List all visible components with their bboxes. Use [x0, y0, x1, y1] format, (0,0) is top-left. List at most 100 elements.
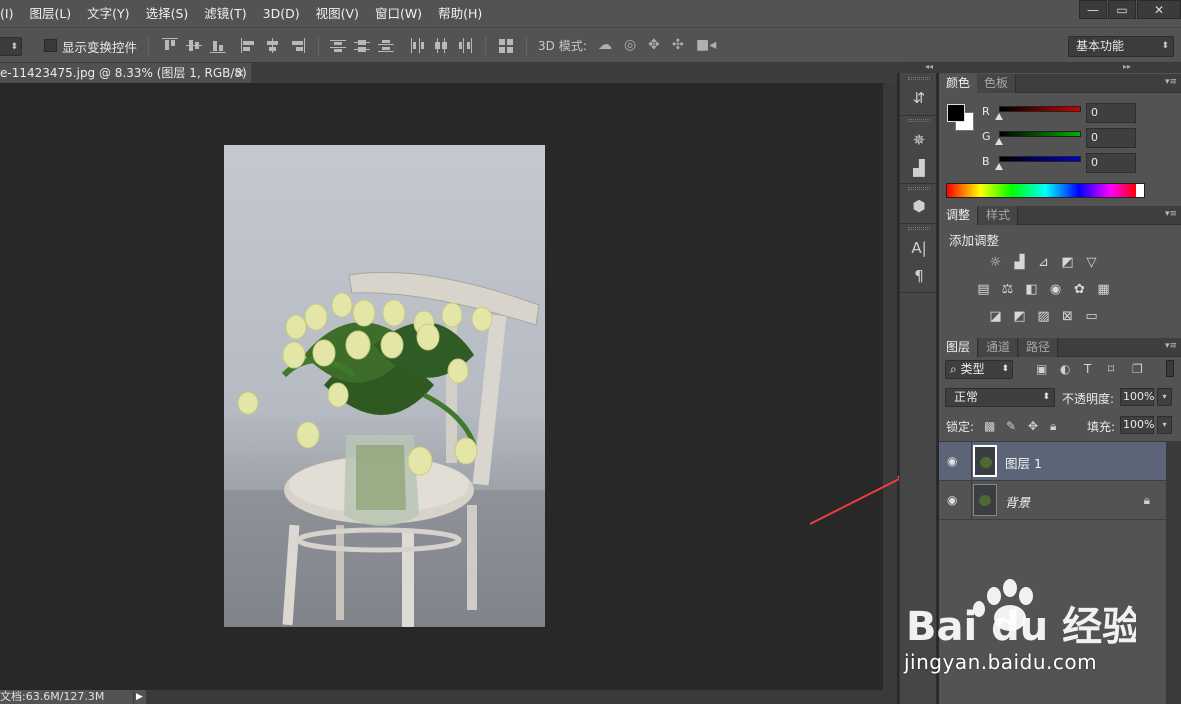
dock-grip[interactable] — [908, 119, 930, 122]
navigator-icon[interactable]: ✵ — [900, 127, 938, 153]
tab-layers[interactable]: 图层 — [939, 338, 979, 357]
eye-icon[interactable]: ◉ — [947, 454, 963, 468]
distribute-vcenter-icon[interactable] — [354, 38, 370, 53]
green-channel-slider[interactable] — [999, 131, 1081, 137]
menu-item-help[interactable]: 帮助(H) — [430, 0, 490, 27]
history-icon[interactable]: ⇵ — [900, 85, 938, 111]
menu-item-type[interactable]: 文字(Y) — [79, 0, 137, 27]
dock-grip[interactable] — [908, 77, 930, 80]
color-spectrum-bar[interactable] — [946, 183, 1145, 198]
tab-paths[interactable]: 路径 — [1019, 338, 1059, 357]
menu-item-layer[interactable]: 图层(L) — [21, 0, 79, 27]
panel-menu-icon[interactable]: ▾≡ — [1165, 341, 1177, 351]
auto-align-layers-icon[interactable] — [498, 38, 514, 53]
menu-item-select[interactable]: 选择(S) — [138, 0, 197, 27]
menu-item-filter[interactable]: 滤镜(T) — [196, 0, 254, 27]
filter-type-icon[interactable]: T — [1084, 362, 1091, 376]
foreground-color-swatch[interactable] — [947, 104, 965, 122]
brightness-contrast-icon[interactable]: ☼ — [987, 255, 1004, 270]
threshold-icon[interactable]: ▨ — [1035, 309, 1052, 324]
menu-item-window[interactable]: 窗口(W) — [367, 0, 430, 27]
blend-mode-dropdown[interactable]: 正常 ⬍ — [945, 388, 1055, 407]
fill-dropdown-arrow[interactable]: ▾ — [1157, 416, 1172, 434]
curves-icon[interactable]: ⊿ — [1035, 255, 1052, 270]
tool-preset-dropdown[interactable]: ⬍ — [0, 37, 22, 56]
distribute-top-icon[interactable] — [330, 38, 346, 53]
panel-collapse-bar[interactable]: ◂◂ ▸▸ — [897, 62, 1181, 73]
layer-name[interactable]: 背景 — [1005, 492, 1030, 511]
tab-channels[interactable]: 通道 — [979, 338, 1019, 357]
hue-saturation-icon[interactable]: ▤ — [975, 282, 992, 297]
panel-menu-icon[interactable]: ▾≡ — [1165, 209, 1177, 219]
green-slider-thumb[interactable] — [995, 138, 1003, 145]
align-bottom-icon[interactable] — [210, 38, 226, 53]
layer-row[interactable]: ◉ 背景 🔒︎ — [939, 481, 1166, 520]
align-left-icon[interactable] — [241, 38, 257, 53]
3d-rotate-icon[interactable]: ☁ — [598, 37, 612, 53]
opacity-dropdown-arrow[interactable]: ▾ — [1157, 388, 1172, 406]
dock-grip[interactable] — [908, 187, 930, 190]
menu-item-3d[interactable]: 3D(D) — [255, 0, 308, 27]
distribute-left-icon[interactable] — [409, 38, 425, 53]
tab-color[interactable]: 颜色 — [939, 74, 979, 93]
tab-styles[interactable]: 样式 — [979, 206, 1019, 225]
collapse-panels-icon[interactable]: ▸▸ — [1123, 62, 1131, 71]
3d-roll-icon[interactable]: ◎ — [624, 37, 636, 53]
filter-adjustment-icon[interactable]: ◐ — [1060, 362, 1070, 376]
character-icon[interactable]: A| — [900, 235, 938, 261]
menu-item-image[interactable]: (I) — [0, 0, 21, 27]
red-value-input[interactable]: 0 — [1086, 103, 1136, 123]
photo-filter-icon[interactable]: ◉ — [1047, 282, 1064, 297]
layer-row[interactable]: ◉ 图层 1 — [939, 442, 1166, 481]
exposure-icon[interactable]: ◩ — [1059, 255, 1076, 270]
distribute-right-icon[interactable] — [457, 38, 473, 53]
filter-shape-icon[interactable]: ⌑ — [1108, 362, 1114, 376]
opacity-input[interactable]: 100% — [1120, 388, 1154, 406]
panel-menu-icon[interactable]: ▾≡ — [1165, 77, 1177, 87]
black-white-icon[interactable]: ◧ — [1023, 282, 1040, 297]
blue-slider-thumb[interactable] — [995, 163, 1003, 170]
minimize-button[interactable]: — — [1079, 0, 1107, 19]
document-tab[interactable]: e-11423475.jpg @ 8.33% (图层 1, RGB/8) * × — [0, 63, 251, 83]
restore-button[interactable]: ▭ — [1108, 0, 1136, 19]
red-slider-thumb[interactable] — [995, 113, 1003, 120]
lock-position-icon[interactable]: ✥ — [1028, 419, 1038, 433]
tab-adjustments[interactable]: 调整 — [939, 206, 979, 225]
close-document-icon[interactable]: × — [235, 63, 245, 83]
close-window-button[interactable]: ✕ — [1137, 0, 1181, 19]
gradient-map-icon[interactable]: ▭ — [1083, 309, 1100, 324]
align-right-icon[interactable] — [289, 38, 305, 53]
color-lookup-icon[interactable]: ▦ — [1095, 282, 1112, 297]
green-value-input[interactable]: 0 — [1086, 128, 1136, 148]
red-channel-slider[interactable] — [999, 106, 1081, 112]
filter-smart-object-icon[interactable]: ❐ — [1132, 362, 1143, 376]
filter-toggle-switch[interactable] — [1166, 360, 1174, 377]
document-image[interactable] — [224, 145, 545, 627]
eye-icon[interactable]: ◉ — [947, 493, 963, 507]
lock-image-pixels-icon[interactable]: ✎ — [1006, 419, 1016, 433]
posterize-icon[interactable]: ◩ — [1011, 309, 1028, 324]
status-menu-arrow-icon[interactable]: ▶ — [133, 691, 145, 703]
tab-swatches[interactable]: 色板 — [977, 74, 1017, 93]
lock-transparent-pixels-icon[interactable]: ▩ — [984, 419, 995, 433]
channel-mixer-icon[interactable]: ✿ — [1071, 282, 1088, 297]
3d-slide-icon[interactable]: ✣ — [672, 37, 684, 53]
workspace-dropdown[interactable]: 基本功能 ⬍ — [1068, 36, 1174, 57]
color-balance-icon[interactable]: ⚖ — [999, 282, 1016, 297]
3d-scale-icon[interactable]: ■◂ — [696, 37, 716, 53]
histogram-icon[interactable]: ▟ — [900, 155, 938, 181]
layer-filter-dropdown[interactable]: ⌕ 类型 ⬍ — [945, 360, 1013, 379]
paragraph-icon[interactable]: ¶ — [900, 263, 938, 289]
menu-item-view[interactable]: 视图(V) — [308, 0, 367, 27]
canvas-horizontal-scrollbar[interactable] — [146, 690, 883, 704]
vibrance-icon[interactable]: ▽ — [1083, 255, 1100, 270]
3d-panel-icon[interactable]: ⬢ — [900, 193, 938, 219]
distribute-hcenter-icon[interactable] — [433, 38, 449, 53]
3d-drag-icon[interactable]: ✥ — [648, 37, 660, 53]
selective-color-icon[interactable]: ⊠ — [1059, 309, 1076, 324]
dock-grip[interactable] — [908, 227, 930, 230]
levels-icon[interactable]: ▟ — [1011, 255, 1028, 270]
show-transform-controls-checkbox[interactable] — [44, 39, 57, 52]
blue-channel-slider[interactable] — [999, 156, 1081, 162]
invert-icon[interactable]: ◪ — [987, 309, 1004, 324]
